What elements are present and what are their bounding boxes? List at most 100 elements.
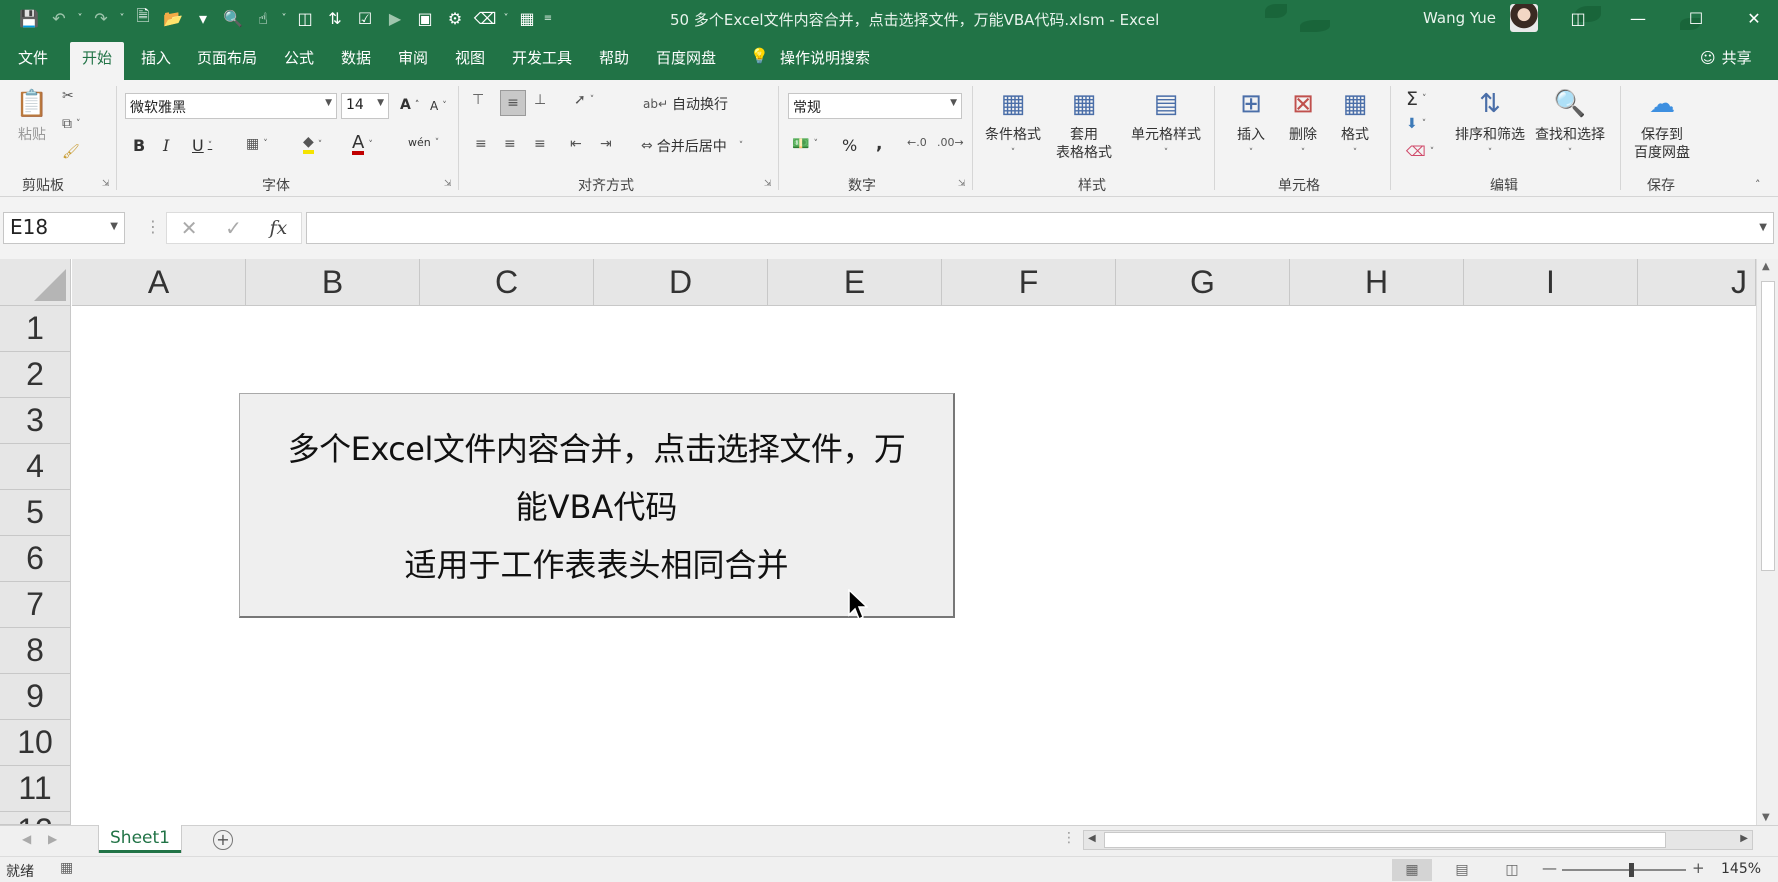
zoom-out-icon[interactable]: — xyxy=(1542,859,1557,877)
tab-view[interactable]: 视图 xyxy=(455,47,485,68)
collapse-ribbon-icon[interactable]: ˄ xyxy=(1755,178,1761,191)
row-header[interactable]: 2 xyxy=(0,352,71,398)
conditional-format-button[interactable]: ▦ 条件格式 ˅ xyxy=(982,86,1044,162)
row-header[interactable]: 6 xyxy=(0,536,71,582)
enter-icon[interactable]: ✓ xyxy=(225,216,242,240)
column-header[interactable]: I xyxy=(1464,259,1638,306)
comment-icon[interactable]: ◫ xyxy=(290,4,320,34)
minimize-icon[interactable]: — xyxy=(1614,0,1662,37)
phonetic-button[interactable]: wén ˅ xyxy=(408,136,439,149)
underline-button[interactable]: U ˅ xyxy=(192,136,212,155)
clear-button[interactable]: ⌫ ˅ xyxy=(1406,144,1434,160)
chevron-down-icon[interactable]: ˅ xyxy=(74,13,86,24)
column-header[interactable]: D xyxy=(594,259,768,306)
row-header[interactable]: 9 xyxy=(0,674,71,720)
font-name-combo[interactable]: 微软雅黑 ▼ xyxy=(125,93,337,119)
form-icon[interactable]: ☑ xyxy=(350,4,380,34)
decrease-indent-icon[interactable]: ⇤ xyxy=(570,136,582,152)
redo-icon[interactable]: ↷ xyxy=(86,4,116,34)
save-to-baidu-button[interactable]: ☁ 保存到 百度网盘 xyxy=(1630,86,1694,162)
sheet-tab[interactable]: Sheet1 xyxy=(99,825,181,853)
align-right-icon[interactable]: ≡ xyxy=(534,136,546,152)
page-layout-view-icon[interactable]: ▤ xyxy=(1442,859,1482,881)
column-header[interactable]: J xyxy=(1638,259,1756,306)
decrease-decimal-icon[interactable]: .00→ xyxy=(937,136,964,149)
align-left-icon[interactable]: ≡ xyxy=(475,136,487,152)
tab-page-layout[interactable]: 页面布局 xyxy=(197,47,257,68)
column-header[interactable]: G xyxy=(1116,259,1290,306)
align-top-icon[interactable]: ⊤ xyxy=(472,92,484,108)
scroll-right-icon[interactable]: ▶ xyxy=(1740,833,1748,844)
zoom-level[interactable]: 145% xyxy=(1721,861,1761,877)
zoom-slider-thumb[interactable] xyxy=(1629,863,1634,877)
increase-decimal-icon[interactable]: ←.0 xyxy=(907,136,927,149)
fill-color-button[interactable]: ◆ ˅ xyxy=(303,135,322,154)
tab-baidu[interactable]: 百度网盘 xyxy=(656,47,716,68)
merge-center-button[interactable]: ⇔ 合并后居中 ˅ xyxy=(641,136,743,156)
name-box[interactable]: E18 ▼ xyxy=(3,212,125,244)
save-icon[interactable]: 💾 xyxy=(14,4,44,34)
accounting-format-button[interactable]: 💵 ˅ xyxy=(792,136,818,152)
add-sheet-icon[interactable]: + xyxy=(213,830,233,850)
splitter-handle[interactable]: ⋮ xyxy=(1062,830,1076,846)
zoom-in-icon[interactable]: + xyxy=(1692,859,1705,877)
italic-button[interactable]: I xyxy=(163,136,169,155)
shrink-font-button[interactable]: A ˅ xyxy=(430,99,447,113)
row-header[interactable]: 5 xyxy=(0,490,71,536)
tab-home[interactable]: 开始 xyxy=(70,42,125,80)
tab-review[interactable]: 审阅 xyxy=(398,47,428,68)
camera-icon[interactable]: ▣ xyxy=(410,4,440,34)
scroll-thumb[interactable] xyxy=(1104,832,1666,848)
open-icon[interactable]: 📂 xyxy=(158,4,188,34)
undo-icon[interactable]: ↶ xyxy=(44,4,74,34)
tell-me-search[interactable]: 操作说明搜索 xyxy=(780,47,870,68)
record-icon[interactable]: ▶ xyxy=(380,4,410,34)
insert-function-button[interactable]: fx xyxy=(269,217,287,239)
align-bottom-icon[interactable]: ⊥ xyxy=(534,92,546,108)
filter-icon[interactable]: ▾ xyxy=(188,4,218,34)
format-cells-button[interactable]: ▦ 格式 ˅ xyxy=(1332,86,1378,162)
select-all-corner[interactable] xyxy=(0,259,71,306)
chevron-down-icon[interactable]: ˅ xyxy=(500,13,512,24)
normal-view-icon[interactable]: ▦ xyxy=(1392,859,1432,881)
orientation-icon[interactable]: ➚ ˅ xyxy=(574,92,594,108)
cell-styles-button[interactable]: ▤ 单元格样式 ˅ xyxy=(1126,86,1206,162)
row-header[interactable]: 7 xyxy=(0,582,71,628)
chevron-down-icon[interactable]: ▼ xyxy=(110,221,118,232)
new-file-icon[interactable]: 🗎 xyxy=(128,4,158,34)
customize-icon[interactable]: ≡ xyxy=(542,13,554,24)
page-break-view-icon[interactable]: ◫ xyxy=(1492,859,1532,881)
row-header[interactable]: 4 xyxy=(0,444,71,490)
column-header[interactable]: H xyxy=(1290,259,1464,306)
borders-button[interactable]: ▦ ˅ xyxy=(246,136,268,152)
chevron-down-icon[interactable]: ˅ xyxy=(278,13,290,24)
align-middle-icon[interactable]: ≡ xyxy=(500,90,526,116)
scroll-up-icon[interactable]: ▲ xyxy=(1762,261,1770,272)
find-select-button[interactable]: 🔍 查找和选择 ˅ xyxy=(1530,86,1610,162)
user-name[interactable]: Wang Yue xyxy=(1423,9,1496,27)
column-header[interactable]: C xyxy=(420,259,594,306)
close-icon[interactable]: ✕ xyxy=(1730,0,1778,37)
font-color-button[interactable]: A ˅ xyxy=(352,134,373,155)
touch-mode-icon[interactable]: ☝ xyxy=(248,4,278,34)
fill-button[interactable]: ⬇ ˅ xyxy=(1406,116,1426,132)
macro-record-icon[interactable]: ▦ xyxy=(60,860,73,876)
tab-developer[interactable]: 开发工具 xyxy=(512,47,572,68)
eraser-icon[interactable]: ⌫ xyxy=(470,4,500,34)
tab-file[interactable]: 文件 xyxy=(18,47,48,68)
next-sheet-icon[interactable]: ▶ xyxy=(48,832,57,846)
autosum-button[interactable]: Σ ˅ xyxy=(1406,88,1427,110)
column-header[interactable]: B xyxy=(246,259,420,306)
macro-icon[interactable]: ⚙ xyxy=(440,4,470,34)
wrap-text-button[interactable]: ab↵ 自动换行 xyxy=(643,94,728,114)
dialog-launcher-icon[interactable]: ⇲ xyxy=(102,179,110,189)
copy-icon[interactable]: ⧉ ˅ xyxy=(62,116,81,132)
format-as-table-button[interactable]: ▦ 套用 表格格式 xyxy=(1046,86,1122,162)
paste-button[interactable]: 📋 粘贴 xyxy=(10,86,54,144)
tab-help[interactable]: 帮助 xyxy=(599,47,629,68)
maximize-icon[interactable]: ☐ xyxy=(1672,0,1720,37)
font-size-combo[interactable]: 14 ▼ xyxy=(341,93,389,119)
align-center-icon[interactable]: ≡ xyxy=(504,136,516,152)
column-header[interactable]: F xyxy=(942,259,1116,306)
splitter-handle[interactable]: ⋮ xyxy=(145,217,161,236)
